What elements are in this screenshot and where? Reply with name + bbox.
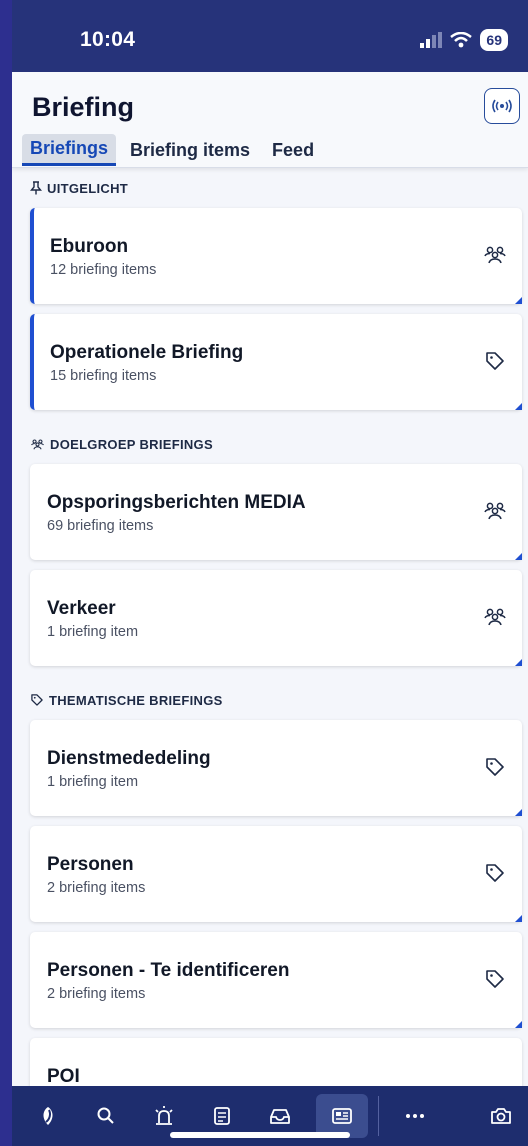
briefing-card-eburoon[interactable]: Eburoon 12 briefing items bbox=[30, 208, 522, 304]
search-icon bbox=[97, 1107, 114, 1124]
briefing-card-verkeer[interactable]: Verkeer 1 briefing item bbox=[30, 570, 522, 666]
briefing-list: UITGELICHT Eburoon 12 briefing items Ope… bbox=[12, 168, 528, 1086]
notes-icon bbox=[214, 1107, 230, 1125]
briefing-card-dienstmededeling[interactable]: Dienstmededeling 1 briefing item bbox=[30, 720, 522, 816]
card-title: Opsporingsberichten MEDIA bbox=[47, 492, 306, 513]
section-title-uitgelicht: UITGELICHT bbox=[12, 168, 528, 208]
card-title: POI bbox=[47, 1066, 80, 1086]
card-subtitle: 69 briefing items bbox=[47, 518, 154, 534]
card-subtitle: 2 briefing items bbox=[47, 986, 146, 1002]
card-title: Dienstmededeling bbox=[47, 748, 211, 769]
card-corner bbox=[515, 915, 522, 922]
status-icons: 69 bbox=[420, 26, 508, 54]
briefing-card-operationele-briefing[interactable]: Operationele Briefing 15 briefing items bbox=[30, 314, 522, 410]
card-title: Personen bbox=[47, 854, 134, 875]
nav-divider bbox=[378, 1096, 379, 1136]
card-subtitle: 1 briefing item bbox=[47, 624, 139, 640]
tab-feed[interactable]: Feed bbox=[264, 136, 322, 165]
signal-icon bbox=[420, 32, 443, 48]
briefing-icon bbox=[332, 1108, 352, 1124]
card-corner bbox=[515, 553, 522, 560]
wifi-icon bbox=[450, 32, 473, 48]
section-title-doelgroep: DOELGROEP BRIEFINGS bbox=[12, 424, 528, 464]
inbox-icon bbox=[270, 1109, 290, 1124]
tag-icon bbox=[486, 352, 504, 370]
page-title: Briefing bbox=[32, 92, 135, 122]
group-icon bbox=[484, 608, 506, 626]
nav-camera[interactable] bbox=[479, 1094, 523, 1138]
status-bar: 10:04 69 bbox=[12, 0, 528, 72]
group-icon bbox=[31, 438, 44, 449]
broadcast-icon bbox=[492, 99, 512, 113]
briefing-card-poi[interactable]: POI bbox=[30, 1038, 522, 1086]
tab-bar: Briefings Briefing items Feed bbox=[22, 134, 322, 166]
tag-icon bbox=[486, 864, 504, 882]
tag-icon bbox=[486, 758, 504, 776]
group-icon bbox=[484, 502, 506, 520]
section-label: UITGELICHT bbox=[47, 180, 128, 196]
broadcast-button[interactable] bbox=[484, 88, 520, 124]
card-subtitle: 2 briefing items bbox=[47, 880, 146, 896]
camera-icon bbox=[491, 1108, 511, 1124]
card-corner bbox=[515, 659, 522, 666]
battery-indicator: 69 bbox=[480, 29, 508, 51]
briefing-card-personen-te-identificeren[interactable]: Personen - Te identificeren 2 briefing i… bbox=[30, 932, 522, 1028]
card-corner bbox=[515, 297, 522, 304]
tab-briefings[interactable]: Briefings bbox=[22, 134, 117, 166]
nav-home[interactable] bbox=[26, 1094, 70, 1138]
side-strip bbox=[0, 0, 12, 1146]
card-subtitle: 15 briefing items bbox=[50, 368, 157, 384]
nav-more[interactable] bbox=[393, 1094, 437, 1138]
section-title-thematische: THEMATISCHE BRIEFINGS bbox=[12, 680, 528, 720]
tag-icon bbox=[31, 694, 43, 706]
pin-icon bbox=[30, 181, 42, 195]
card-title: Verkeer bbox=[47, 598, 116, 619]
card-corner bbox=[515, 403, 522, 410]
group-icon bbox=[484, 246, 506, 264]
card-subtitle: 12 briefing items bbox=[50, 262, 157, 278]
app-logo-icon bbox=[43, 1107, 53, 1125]
card-title: Operationele Briefing bbox=[50, 342, 244, 363]
more-icon bbox=[406, 1114, 424, 1118]
card-title: Eburoon bbox=[50, 236, 129, 257]
card-corner bbox=[515, 1021, 522, 1028]
section-label: THEMATISCHE BRIEFINGS bbox=[49, 692, 223, 708]
card-subtitle: 1 briefing item bbox=[47, 774, 139, 790]
card-title: Personen - Te identificeren bbox=[47, 960, 290, 981]
nav-search[interactable] bbox=[84, 1094, 128, 1138]
briefing-card-opsporingsberichten-media[interactable]: Opsporingsberichten MEDIA 69 briefing it… bbox=[30, 464, 522, 560]
home-indicator[interactable] bbox=[170, 1132, 350, 1138]
app-header: Briefing Briefings Briefing items Feed bbox=[12, 72, 528, 168]
tab-briefing-items[interactable]: Briefing items bbox=[122, 136, 258, 165]
app-body: Briefing Briefings Briefing items Feed U… bbox=[12, 72, 528, 1086]
card-corner bbox=[515, 809, 522, 816]
briefing-card-personen[interactable]: Personen 2 briefing items bbox=[30, 826, 522, 922]
section-label: DOELGROEP BRIEFINGS bbox=[50, 436, 213, 452]
status-time: 10:04 bbox=[80, 28, 136, 51]
siren-icon bbox=[155, 1106, 173, 1125]
tag-icon bbox=[486, 970, 504, 988]
